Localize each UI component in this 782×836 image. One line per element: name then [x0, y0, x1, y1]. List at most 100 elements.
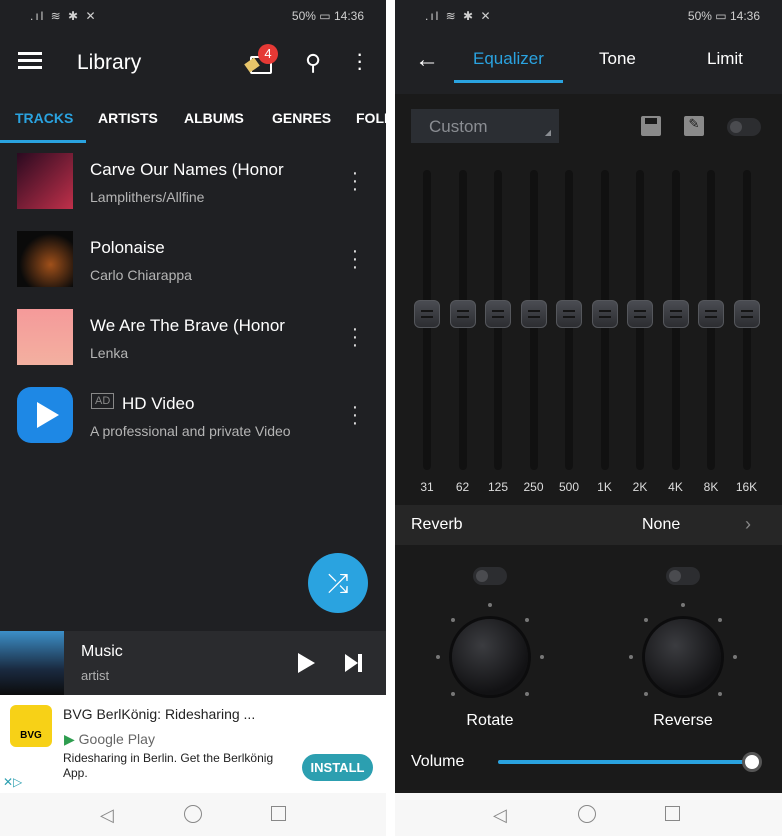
back-arrow-icon[interactable]: ← [415, 46, 439, 74]
shuffle-button[interactable]: ⤮ [308, 553, 368, 613]
track-item[interactable]: We Are The Brave (Honor Lenka · · · [0, 299, 386, 377]
reverb-row[interactable]: Reverb None › [395, 505, 782, 545]
knob-tick [524, 618, 529, 623]
band-slider-thumb[interactable] [414, 300, 440, 328]
volume-label: Volume [411, 753, 465, 770]
volume-thumb[interactable] [742, 752, 762, 772]
install-button[interactable]: INSTALL [302, 754, 373, 781]
navigation-bar: ◁ [0, 793, 386, 836]
knob-tick [451, 691, 456, 696]
video-play-icon [17, 387, 73, 443]
battery-text: 50% [687, 9, 712, 23]
ad-subtitle: A professional and private Video [90, 423, 291, 439]
knob-tick [451, 618, 456, 623]
knob-tick [488, 603, 492, 607]
more-options-icon[interactable]: · · · [348, 241, 362, 277]
band-slider-thumb[interactable] [520, 300, 547, 328]
more-options-icon[interactable]: · · · [348, 163, 362, 199]
track-title: Polonaise [90, 238, 165, 257]
mini-player[interactable]: Music artist [0, 631, 386, 695]
clock: 14:36 [333, 9, 364, 23]
skip-next-icon[interactable] [345, 654, 358, 672]
knob-tick [733, 655, 737, 659]
band-slider-thumb[interactable] [733, 300, 760, 328]
tab-tracks[interactable]: TRACKS [15, 110, 73, 126]
knob-tick [436, 655, 440, 659]
tab-artists[interactable]: ARTISTS [98, 110, 158, 126]
track-item[interactable]: Polonaise Carlo Chiarappa · · · [0, 221, 386, 299]
knob-tick [717, 618, 722, 623]
band-slider-thumb[interactable] [485, 300, 511, 328]
chevron-right-icon: › [745, 514, 751, 534]
edit-icon[interactable]: ✎ [684, 116, 704, 136]
track-title: We Are The Brave (Honor [90, 316, 285, 335]
volume-slider[interactable] [498, 752, 762, 772]
reverse-knob[interactable] [645, 619, 721, 695]
rotate-toggle[interactable] [473, 567, 507, 585]
band-frequency-label: 2K [632, 480, 648, 494]
band-slider-thumb[interactable] [627, 300, 653, 328]
ad-choices-icon[interactable]: ✕▷ [3, 775, 22, 789]
page-title: Library [77, 51, 142, 74]
more-options-icon[interactable]: · · · [348, 397, 362, 433]
signal-icons: .ıl ≋ ✱ ✕ [425, 9, 493, 23]
more-options-icon[interactable]: · · · [356, 43, 363, 79]
track-artist: Lamplithers/Allfine [90, 189, 205, 205]
track-artist: Carlo Chiarappa [90, 267, 192, 283]
band-frequency-label: 500 [558, 480, 580, 494]
ad-item[interactable]: AD HD Video A professional and private V… [0, 377, 386, 455]
bvg-logo: BVG [10, 705, 52, 747]
band-slider-thumb[interactable] [449, 300, 476, 328]
tab-genres[interactable]: GENRES [272, 110, 331, 126]
band-frequency-label: 8K [703, 480, 719, 494]
knob-tick [524, 691, 529, 696]
back-icon[interactable]: ◁ [100, 805, 114, 826]
recents-icon[interactable] [271, 806, 286, 821]
knob-tick [629, 655, 633, 659]
band-slider-thumb[interactable] [556, 300, 582, 328]
google-play-icon: ▶ [64, 731, 75, 747]
band-slider-thumb[interactable] [591, 300, 618, 328]
track-title: Carve Our Names (Honor [90, 160, 284, 179]
band-frequency-label: 62 [455, 480, 470, 494]
tab-albums[interactable]: ALBUMS [184, 110, 244, 126]
tab-equalizer[interactable]: Equalizer [473, 49, 544, 69]
track-item[interactable]: Carve Our Names (Honor Lamplithers/Allfi… [0, 143, 386, 221]
library-screen: .ıl ≋ ✱ ✕ 50% ▭ 14:36 Library 4 ⚲ · · · TR… [0, 0, 386, 836]
band-slider-thumb[interactable] [662, 300, 689, 328]
band-slider-thumb[interactable] [698, 300, 724, 328]
more-options-icon[interactable]: · · · [348, 319, 362, 355]
recents-icon[interactable] [665, 806, 680, 821]
ad-title: HD Video [122, 394, 195, 413]
save-icon[interactable] [641, 116, 661, 136]
knob-tick [681, 603, 685, 607]
track-artist: Lenka [90, 345, 129, 361]
battery-text: 50% [291, 9, 316, 23]
band-frequency-label: 16K [735, 480, 758, 494]
home-icon[interactable] [184, 805, 202, 823]
eq-enable-toggle[interactable] [727, 118, 761, 136]
preset-dropdown[interactable]: Custom ◢ [411, 109, 559, 143]
band-frequency-label: 250 [523, 480, 544, 494]
tab-tone[interactable]: Tone [599, 49, 636, 69]
ad-banner[interactable]: BVG BVG BerlKönig: Ridesharing ... ▶ Goo… [0, 695, 386, 793]
ad-description: Ridesharing in Berlin. Get the Berlkönig… [63, 751, 274, 780]
tab-limit[interactable]: Limit [707, 49, 743, 69]
reverse-toggle[interactable] [666, 567, 700, 585]
play-icon[interactable] [298, 653, 315, 673]
player-title: Music [81, 643, 123, 660]
rotate-label: Rotate [466, 712, 514, 729]
rotate-knob[interactable] [452, 619, 528, 695]
band-frequency-label: 4K [668, 480, 683, 494]
reverb-value: None [642, 516, 681, 533]
menu-icon[interactable] [18, 52, 42, 69]
search-icon[interactable]: ⚲ [305, 50, 321, 76]
tab-folders[interactable]: FOLDERS [356, 110, 386, 126]
band-frequency-label: 125 [487, 480, 509, 494]
home-icon[interactable] [578, 805, 596, 823]
knob-tick [644, 618, 649, 623]
status-bar: .ıl ≋ ✱ ✕ 50% ▭ 14:36 [395, 0, 782, 32]
back-icon[interactable]: ◁ [493, 805, 507, 826]
skip-bar [358, 654, 362, 672]
knob-tick [540, 655, 544, 659]
